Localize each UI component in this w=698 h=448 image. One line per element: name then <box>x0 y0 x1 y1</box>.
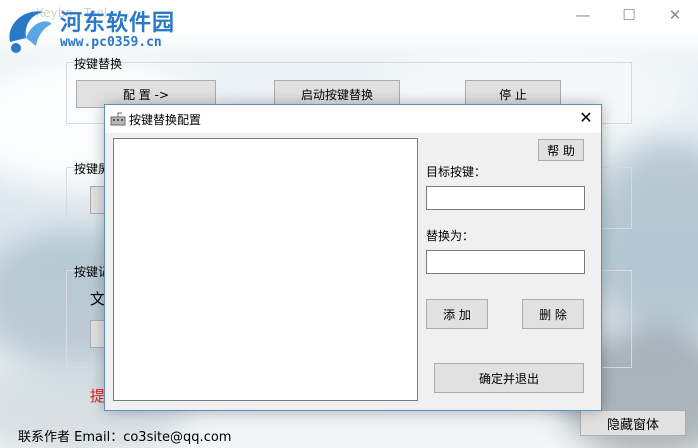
key-replace-config-dialog: 按键替换配置 ✕ 帮 助 目标按键： 替换为： 添 加 删 除 确定并退出 <box>104 104 602 411</box>
group3-text: 文 <box>90 290 106 308</box>
replace-with-label: 替换为： <box>426 229 475 243</box>
replace-with-input[interactable] <box>426 250 585 274</box>
dialog-close-icon[interactable]: ✕ <box>573 105 599 131</box>
key-mapping-list[interactable] <box>113 138 418 401</box>
watermark: 河东软件园 www.pc0359.cn <box>2 2 202 62</box>
watermark-url: www.pc0359.cn <box>60 35 162 50</box>
hide-window-button[interactable]: 隐藏窗体 <box>580 410 686 436</box>
add-button[interactable]: 添 加 <box>426 299 488 329</box>
confirm-exit-button[interactable]: 确定并退出 <box>434 363 584 393</box>
target-key-input[interactable] <box>426 186 585 210</box>
watermark-title: 河东软件园 <box>60 11 176 36</box>
minimize-icon[interactable]: — <box>560 0 606 31</box>
help-button[interactable]: 帮 助 <box>538 139 584 161</box>
main-window: Keybo...Tool... ... — ☐ ✕ 河东软件园 www.pc03… <box>0 0 698 448</box>
hint-text: 提 <box>90 387 106 405</box>
maximize-icon[interactable]: ☐ <box>606 0 652 31</box>
contact-text: 联系作者 Email：co3site@qq.com <box>18 430 232 445</box>
watermark-logo-icon <box>9 11 52 53</box>
dialog-app-icon <box>110 112 126 126</box>
dialog-title: 按键替换配置 <box>129 113 202 127</box>
delete-button[interactable]: 删 除 <box>522 299 584 329</box>
close-icon[interactable]: ✕ <box>652 0 698 31</box>
target-key-label: 目标按键： <box>426 165 487 179</box>
group-key-replace-label: 按键替换 <box>74 57 123 71</box>
dialog-titlebar: 按键替换配置 ✕ <box>105 105 601 133</box>
